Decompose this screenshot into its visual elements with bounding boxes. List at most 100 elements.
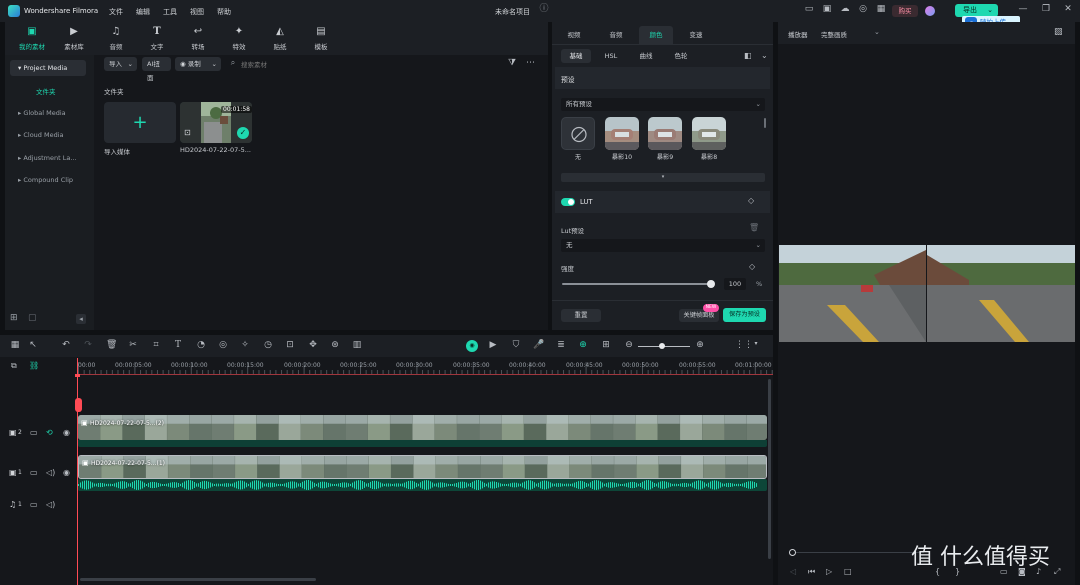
subtab-color-wheel[interactable]: 色轮	[666, 49, 696, 63]
ai-button[interactable]: AI扭面	[142, 57, 171, 82]
snapshot-icon[interactable]: ▨	[1054, 28, 1063, 37]
menu-edit[interactable]: 编辑	[136, 7, 150, 17]
strength-slider-track[interactable]	[562, 283, 710, 285]
sidebar-item-adjustment-layer[interactable]: ▸ Adjustment La...	[10, 150, 86, 166]
lock-folder-icon[interactable]: ▭	[30, 469, 38, 477]
filter-icon[interactable]: ⧩	[508, 59, 516, 68]
sidebar-item-project-media[interactable]: ▾ Project Media	[10, 60, 86, 76]
lock-folder-icon[interactable]: ▭	[30, 429, 38, 437]
audio-waveform[interactable]	[78, 479, 767, 491]
sidebar-item-compound-clip[interactable]: ▸ Compound Clip	[10, 172, 86, 188]
playhead-marker[interactable]	[75, 398, 82, 412]
mask-icon[interactable]: ⊛	[330, 341, 340, 351]
add-track-icon[interactable]: ⧉	[11, 362, 17, 370]
stop-icon[interactable]: □	[844, 568, 852, 576]
sync-icon[interactable]: ⟲	[46, 429, 53, 437]
video-clip-track-2[interactable]: HD2024-07-22-07-5...(2) ▣	[78, 415, 767, 440]
eye-icon[interactable]: ◉	[63, 469, 70, 477]
tab-effects[interactable]: ✦ 特效	[221, 27, 257, 53]
lock-folder-icon[interactable]: ▭	[30, 501, 38, 509]
color-icon[interactable]: ◎	[218, 341, 228, 351]
preset-scrollbar[interactable]	[764, 118, 766, 128]
preset-none[interactable]	[561, 117, 595, 150]
layout-grid-icon[interactable]: ▦	[10, 341, 20, 351]
player-progress-track[interactable]	[794, 552, 924, 553]
delete-icon[interactable]: 🗑	[106, 341, 117, 351]
compare-icon[interactable]: ◧	[744, 52, 752, 60]
folder-icon[interactable]: ▢	[28, 314, 37, 323]
playhead-line[interactable]	[77, 358, 78, 585]
lut-preset-select[interactable]: 无 ⌄	[561, 239, 765, 252]
playhead-handle[interactable]	[75, 374, 80, 377]
zoom-in-icon[interactable]: ⊕	[695, 341, 705, 351]
prev-frame-icon[interactable]: ◁	[790, 568, 796, 576]
subtab-basic[interactable]: 基础	[561, 49, 591, 63]
tab-color[interactable]: 颜色	[639, 26, 673, 44]
speed-icon[interactable]: ◔	[196, 341, 206, 351]
split-icon[interactable]: ✂	[128, 341, 138, 351]
timeline-horizontal-scrollbar[interactable]	[80, 578, 316, 581]
undo-icon[interactable]: ↶	[61, 341, 71, 351]
menu-file[interactable]: 文件	[109, 7, 123, 17]
speaker-icon[interactable]: ◁)	[46, 501, 55, 509]
support-icon[interactable]: ◎	[857, 5, 869, 17]
quality-select[interactable]: 完整画质	[821, 29, 847, 39]
save-as-preset-button[interactable]: 保存为预设	[723, 308, 766, 322]
film-icon[interactable]: ▥	[352, 341, 362, 351]
subtab-curves[interactable]: 曲线	[631, 49, 661, 63]
timeline-vertical-scrollbar[interactable]	[768, 379, 771, 559]
chevron-down-icon[interactable]: ⌄	[874, 29, 880, 36]
collapse-sidebar-icon[interactable]: ◂	[76, 314, 86, 324]
timer-icon[interactable]: ◷	[263, 341, 273, 351]
more-options-icon[interactable]: ⋯	[526, 59, 535, 68]
new-folder-icon[interactable]: ⊞	[10, 314, 18, 323]
tab-my-media[interactable]: ▣ 我的素材	[14, 27, 50, 53]
speaker-icon[interactable]: ◁)	[46, 469, 55, 477]
keyframe-diamond-icon[interactable]: ◇	[749, 263, 755, 271]
preset-thumbnail[interactable]	[648, 117, 682, 150]
grid-layout-icon[interactable]: ⋮⋮	[735, 341, 753, 351]
subtab-hsl[interactable]: HSL	[596, 49, 626, 63]
microphone-icon[interactable]: 🎤	[533, 341, 544, 351]
fit-icon[interactable]: ⊡	[285, 341, 295, 351]
menu-tools[interactable]: 工具	[163, 7, 177, 17]
menu-view[interactable]: 视图	[190, 7, 204, 17]
lut-section-header[interactable]: LUT ◇	[555, 191, 770, 213]
tab-transitions[interactable]: ↩ 转场	[180, 27, 216, 53]
strength-value-input[interactable]: 100	[724, 278, 746, 290]
reset-button[interactable]: 重置	[561, 309, 601, 322]
tab-video[interactable]: 视频	[557, 26, 591, 44]
sidebar-item-cloud-media[interactable]: ▸ Cloud Media	[10, 127, 86, 143]
link-icon[interactable]: ⛓	[29, 362, 39, 370]
preset-select[interactable]: 所有预设 ⌄	[561, 98, 765, 111]
monitor-icon[interactable]: ▭	[803, 5, 815, 17]
step-back-icon[interactable]: ⏮	[808, 568, 815, 576]
preset-thumbnail[interactable]	[692, 117, 726, 150]
tab-speed[interactable]: 变速	[679, 26, 713, 44]
player-progress-thumb[interactable]	[789, 549, 796, 556]
preset-section-header[interactable]: 预设	[555, 67, 770, 89]
audio-mix-icon[interactable]: ≣	[556, 341, 566, 351]
tab-templates[interactable]: ▤ 模板	[303, 27, 339, 53]
crop-icon[interactable]: ⌗	[151, 341, 161, 351]
ai-tool-icon[interactable]: ✧	[240, 341, 250, 351]
redo-icon[interactable]: ↷	[83, 341, 93, 351]
snap-icon[interactable]: ⊕	[578, 341, 588, 351]
save-icon[interactable]: ▣	[821, 5, 833, 17]
video-preview[interactable]	[779, 245, 1075, 342]
chevron-down-icon[interactable]: ⌄	[761, 52, 768, 60]
tab-titles[interactable]: T 文字	[139, 27, 175, 53]
expand-presets-button[interactable]: ▾	[561, 173, 765, 182]
strength-slider-thumb[interactable]	[707, 280, 715, 288]
tab-audio-props[interactable]: 音频	[599, 26, 633, 44]
lut-toggle[interactable]	[561, 198, 575, 206]
record-dropdown[interactable]: ◉ 录制 ⌄	[175, 57, 221, 71]
ai-smart-icon[interactable]: ◉	[466, 340, 478, 352]
keyframe-diamond-icon[interactable]: ◇	[748, 197, 754, 205]
sidebar-item-global-media[interactable]: ▸ Global Media	[10, 105, 86, 121]
import-dropdown[interactable]: 导入 ⌄	[104, 57, 137, 71]
import-media-tile[interactable]: +	[104, 102, 176, 143]
tab-stickers[interactable]: ◭ 贴纸	[262, 27, 298, 53]
shield-icon[interactable]: ⛉	[511, 341, 521, 351]
avatar[interactable]	[925, 6, 935, 16]
